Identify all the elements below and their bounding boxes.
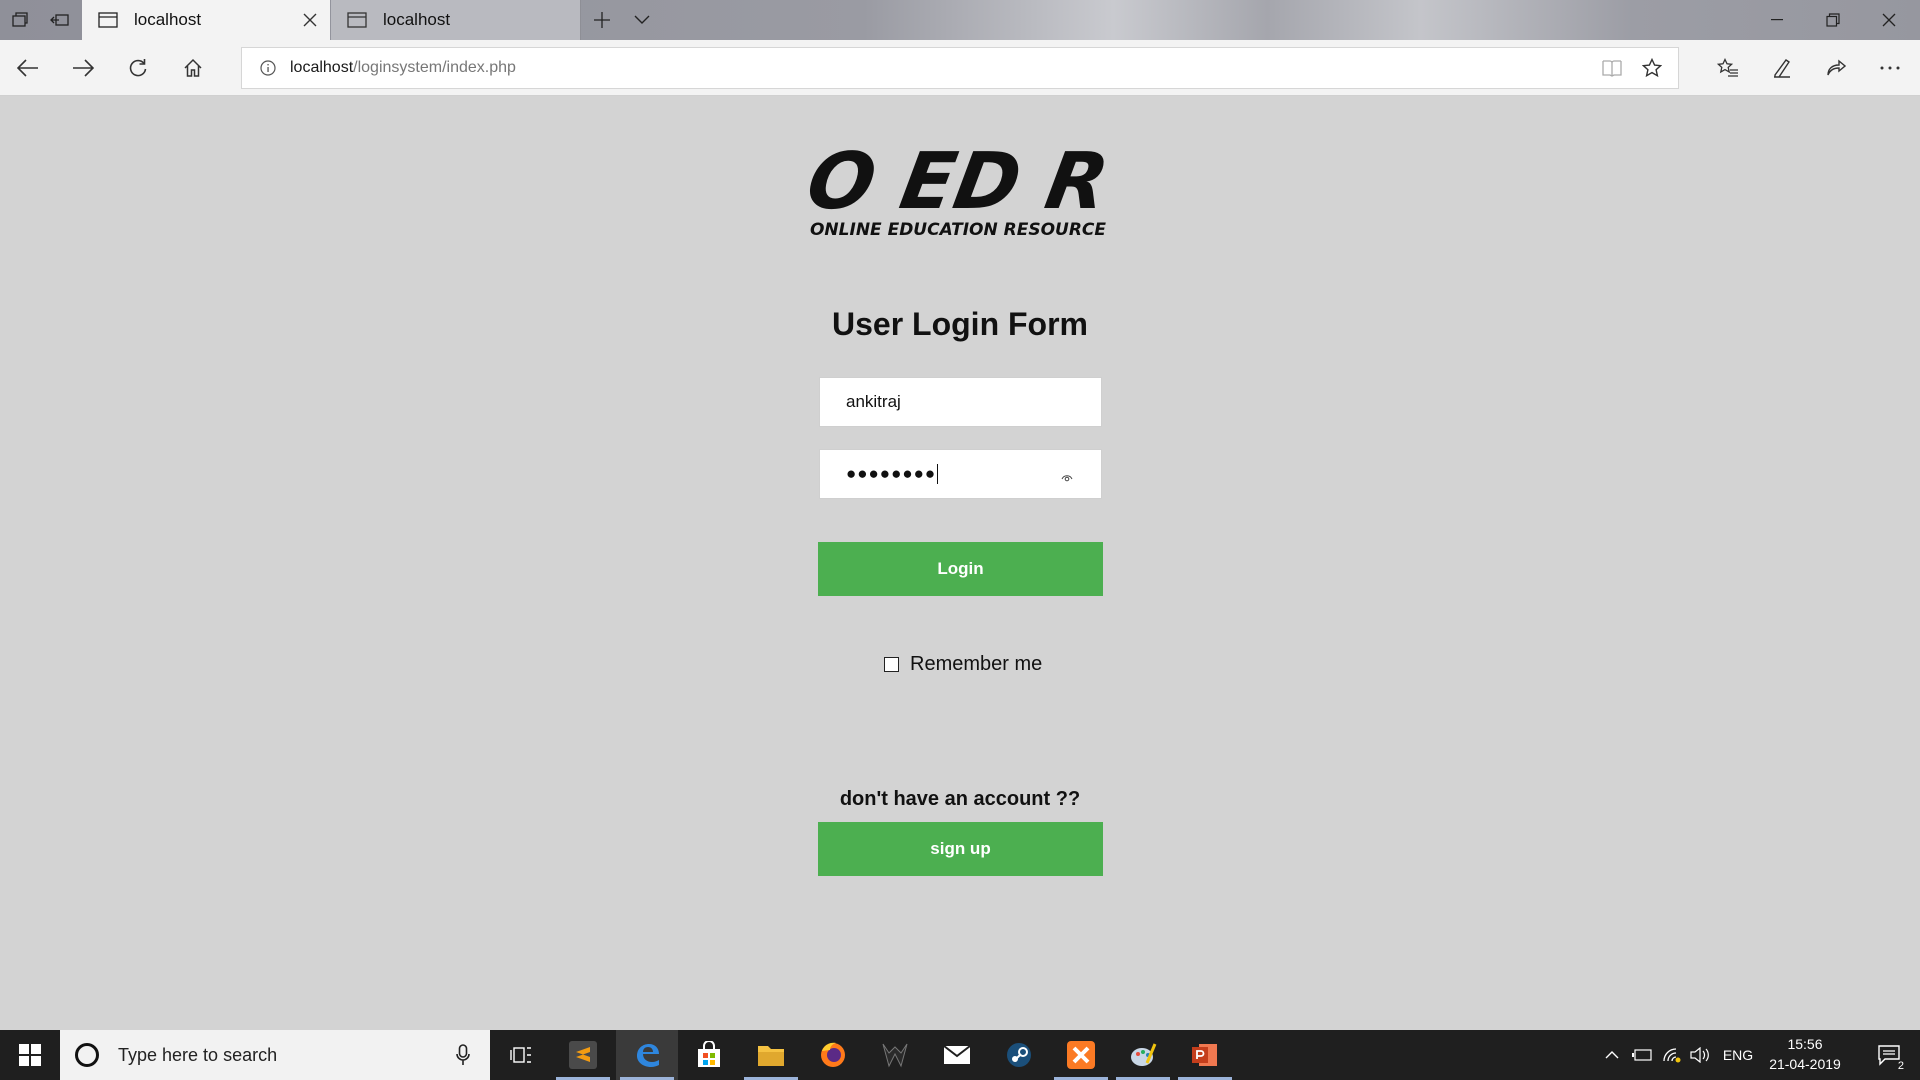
password-input[interactable]: ●●●●●●●● (819, 449, 1102, 499)
password-value: ●●●●●●●● (846, 464, 937, 483)
new-tab-icon[interactable] (582, 0, 622, 40)
url-text[interactable]: localhost/loginsystem/index.php (290, 59, 1592, 77)
signup-button[interactable]: sign up (818, 822, 1103, 876)
page-icon (94, 12, 122, 28)
signup-prompt: don't have an account ?? (839, 788, 1081, 810)
close-window-icon[interactable] (1861, 0, 1917, 40)
paint-icon[interactable] (1112, 1030, 1174, 1080)
username-value: ankitraj (846, 392, 901, 411)
address-bar[interactable]: localhost/loginsystem/index.php (241, 47, 1679, 89)
restore-icon[interactable] (1805, 0, 1861, 40)
reading-view-icon[interactable] (1592, 48, 1632, 88)
firefox-icon[interactable] (802, 1030, 864, 1080)
refresh-icon[interactable] (112, 40, 164, 96)
username-input[interactable]: ankitraj (819, 377, 1102, 427)
edge-icon[interactable] (616, 1030, 678, 1080)
sublime-text-icon[interactable] (552, 1030, 614, 1080)
more-icon[interactable] (1864, 40, 1916, 96)
wifi-icon[interactable] (1660, 1030, 1684, 1080)
tab-localhost[interactable]: localhost (331, 0, 581, 40)
url-path: /loginsystem/index.php (353, 59, 516, 76)
tab-close-icon[interactable] (290, 13, 330, 27)
tab-sets-icon[interactable] (0, 0, 40, 40)
logo-letters: O ED R (800, 146, 1115, 227)
remember-me-checkbox[interactable] (884, 657, 899, 672)
url-host: localhost (290, 59, 354, 76)
page-icon (343, 12, 371, 28)
cortana-icon[interactable] (72, 1040, 102, 1070)
taskbar: Type here to search ENG 15:56 21-04-2019… (0, 1030, 1920, 1080)
powerpoint-icon[interactable] (1174, 1030, 1236, 1080)
clock-date: 21-04-2019 (1769, 1056, 1841, 1072)
minimize-icon[interactable] (1749, 0, 1805, 40)
clock-time: 15:56 (1787, 1036, 1823, 1052)
remember-me-row[interactable]: Remember me (884, 653, 1042, 676)
back-icon[interactable] (2, 40, 54, 96)
tab-label: localhost (383, 10, 451, 29)
notification-count: 2 (1895, 1060, 1906, 1072)
xampp-icon[interactable] (1050, 1030, 1112, 1080)
reveal-password-icon[interactable] (1061, 468, 1073, 488)
chevron-up-icon[interactable] (1600, 1030, 1624, 1080)
input-language[interactable]: ENG (1718, 1030, 1758, 1080)
remember-me-label: Remember me (910, 653, 1043, 675)
favorites-list-icon[interactable] (1702, 40, 1754, 96)
file-explorer-icon[interactable] (740, 1030, 802, 1080)
search-placeholder: Type here to search (118, 1044, 278, 1065)
info-icon[interactable] (246, 60, 290, 76)
title-bar: localhost localhost (0, 0, 1920, 40)
volume-icon[interactable] (1688, 1030, 1712, 1080)
steam-icon[interactable] (988, 1030, 1050, 1080)
windows-start-icon[interactable] (0, 1030, 60, 1080)
share-icon[interactable] (1810, 40, 1862, 96)
logo-tagline: ONLINE EDUCATION RESOURCE (810, 220, 1106, 240)
tab-label: localhost (134, 10, 202, 29)
pen-icon[interactable] (1756, 40, 1808, 96)
page-content: O ED R ONLINE EDUCATION RESOURCE User Lo… (0, 96, 1920, 1030)
task-view-icon[interactable] (490, 1030, 552, 1080)
login-button[interactable]: Login (818, 542, 1103, 596)
battery-icon[interactable] (1630, 1030, 1654, 1080)
chevron-down-icon[interactable] (622, 0, 662, 40)
taskbar-search[interactable]: Type here to search (60, 1030, 490, 1080)
system-clock[interactable]: 15:56 21-04-2019 (1760, 1034, 1850, 1074)
form-title: User Login Form (831, 306, 1088, 342)
oedr-logo: O ED R ONLINE EDUCATION RESOURCE (800, 146, 1115, 240)
notification-center-icon[interactable]: 2 (1864, 1030, 1914, 1080)
tab-localhost-active[interactable]: localhost (82, 0, 330, 40)
store-icon[interactable] (678, 1030, 740, 1080)
forward-icon[interactable] (57, 40, 109, 96)
mail-icon[interactable] (926, 1030, 988, 1080)
navigation-bar: localhost/loginsystem/index.php (0, 40, 1920, 96)
microphone-icon[interactable] (448, 1044, 478, 1066)
text-caret (937, 464, 939, 484)
predator-icon[interactable] (864, 1030, 926, 1080)
favorite-star-icon[interactable] (1632, 48, 1672, 88)
home-icon[interactable] (167, 40, 219, 96)
tabs-aside-icon[interactable] (40, 0, 80, 40)
